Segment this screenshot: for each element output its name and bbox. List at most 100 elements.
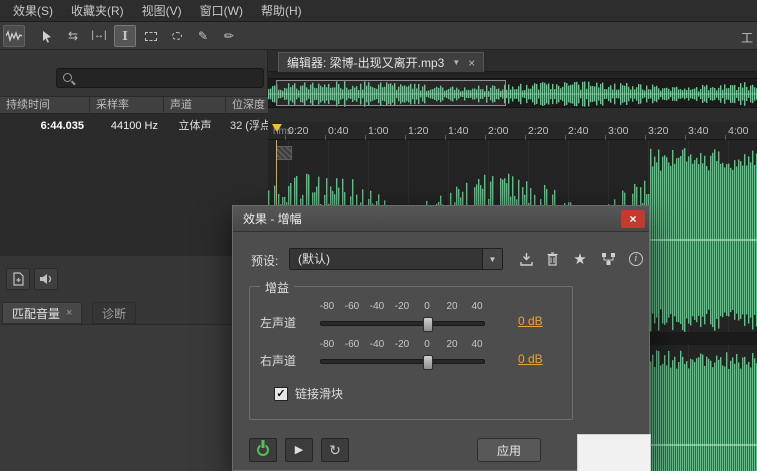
chevron-down-icon[interactable]: ▼	[452, 58, 460, 67]
close-icon: ×	[629, 212, 637, 226]
hierarchy-icon	[601, 253, 615, 265]
amplify-dialog: 效果 - 增幅 × 预设: (默认) ▼ ★ i 增益 -80 -60 -40 …	[232, 205, 651, 471]
scale-tick: -40	[369, 339, 385, 350]
chevron-down-icon: ▼	[482, 249, 502, 269]
left-channel-slider-thumb[interactable]	[423, 317, 433, 332]
editor-tab-close-icon[interactable]: ×	[468, 56, 475, 70]
file-bit-depth: 32 (浮点)	[230, 120, 268, 132]
apply-button[interactable]: 应用	[477, 438, 541, 462]
tab-match-volume[interactable]: 匹配音量 ×	[2, 302, 83, 324]
file-row[interactable]: 6:44.035 44100 Hz 立体声 32 (浮点)	[0, 116, 268, 136]
time-selection-tool-button[interactable]: |↔|	[88, 25, 110, 47]
file-sample-rate: 44100 Hz	[110, 120, 158, 132]
workspace-label: 工	[741, 31, 754, 45]
scale-tick: -80	[319, 301, 335, 312]
play-icon: ▶	[294, 443, 304, 456]
scale-tick: 0	[424, 301, 430, 312]
pencil-tool-button[interactable]: ✏	[218, 25, 240, 47]
move-tool-button[interactable]	[36, 25, 58, 47]
obscured-overlay	[577, 434, 651, 471]
delete-preset-button[interactable]	[541, 248, 563, 270]
timeline-tick: 0:40	[324, 125, 349, 141]
waveform-icon	[6, 30, 22, 42]
marquee-tool-button[interactable]	[140, 25, 162, 47]
checkmark-icon: ✓	[276, 388, 286, 400]
audition-window: 效果(S) 收藏夹(R) 视图(V) 窗口(W) 帮助(H) ⇆ |↔| I ✎…	[0, 0, 757, 471]
timeline-tick: 0:20	[284, 125, 309, 141]
time-selection-icon: |↔|	[91, 30, 107, 41]
link-sliders-checkbox[interactable]: ✓ 链接滑块	[274, 385, 343, 402]
menu-help[interactable]: 帮助(H)	[252, 0, 311, 22]
waveform-overview[interactable]	[268, 78, 757, 108]
favorites-editor-button[interactable]	[597, 248, 619, 270]
tab-match-volume-label: 匹配音量	[12, 306, 61, 321]
dialog-title-bar[interactable]: 效果 - 增幅 ×	[233, 206, 649, 232]
tab-close-icon[interactable]: ×	[66, 307, 72, 319]
save-icon	[519, 253, 533, 266]
import-file-button[interactable]	[6, 268, 30, 290]
ibeam-tool-button[interactable]: I	[114, 25, 136, 47]
left-channel-value[interactable]: 0 dB	[518, 314, 543, 328]
slip-tool-button[interactable]: ⇆	[62, 25, 84, 47]
lasso-tool-button[interactable]	[166, 25, 188, 47]
editor-tab-bar: 编辑器: 梁博-出现又离开.mp3 ▼ ×	[268, 50, 757, 72]
column-sample-rate[interactable]: 采样率	[90, 97, 164, 115]
link-sliders-label: 链接滑块	[295, 387, 344, 401]
right-channel-slider[interactable]	[320, 355, 485, 370]
search-box[interactable]	[56, 68, 264, 88]
menu-view[interactable]: 视图(V)	[133, 0, 191, 22]
view-range-indicator[interactable]	[276, 80, 506, 106]
timeline-tick: 2:20	[524, 125, 549, 141]
star-icon: ★	[573, 250, 587, 268]
save-preset-button[interactable]	[515, 248, 537, 270]
brush-icon: ✎	[197, 29, 209, 43]
preset-dropdown[interactable]: (默认) ▼	[289, 248, 503, 270]
gain-group: 增益 -80 -60 -40 -20 0 20 40 左声道 0 dB -80 …	[249, 279, 573, 420]
tab-diagnostics[interactable]: 诊断	[92, 302, 137, 324]
scale-tick: -80	[319, 339, 335, 350]
editor-tab[interactable]: 编辑器: 梁博-出现又离开.mp3 ▼ ×	[278, 52, 485, 72]
left-channel-slider[interactable]	[320, 317, 485, 332]
files-panel: 持续时间 采样率 声道 位深度 6:44.035 44100 Hz 立体声 32…	[0, 50, 268, 471]
timeline-tick: 3:20	[644, 125, 669, 141]
file-duration: 6:44.035	[40, 120, 84, 132]
right-channel-label: 右声道	[260, 354, 297, 368]
preview-speaker-button[interactable]	[34, 268, 58, 290]
power-toggle-button[interactable]	[249, 438, 277, 462]
drag-zoom-icon[interactable]	[276, 146, 292, 160]
timeline-tick: 2:00	[484, 125, 509, 141]
timeline-tick: 2:40	[564, 125, 589, 141]
editor-tab-label: 编辑器: 梁博-出现又离开.mp3	[287, 56, 445, 70]
preview-play-button[interactable]: ▶	[285, 438, 313, 462]
checkbox-icon: ✓	[274, 386, 288, 401]
gain-group-label: 增益	[260, 279, 295, 296]
right-channel-slider-thumb[interactable]	[423, 355, 433, 370]
loop-playback-button[interactable]: ↻	[321, 438, 349, 462]
timeline-tick: 1:40	[444, 125, 469, 141]
brush-tool-button[interactable]: ✎	[192, 25, 214, 47]
lasso-icon	[172, 32, 182, 40]
column-channels[interactable]: 声道	[164, 97, 226, 115]
column-duration[interactable]: 持续时间	[0, 97, 90, 115]
waveform-view-button[interactable]	[3, 25, 25, 47]
scale-tick: 20	[446, 301, 458, 312]
playhead-marker[interactable]	[272, 124, 282, 132]
menu-favorites[interactable]: 收藏夹(R)	[62, 0, 133, 22]
info-button[interactable]: i	[625, 248, 647, 270]
files-table-header: 持续时间 采样率 声道 位深度	[0, 96, 268, 115]
timeline-ruler[interactable]: hms 0:20 0:40 1:00 1:20 1:40 2:00 2:20 2…	[268, 122, 757, 141]
column-bit-depth[interactable]: 位深度	[226, 97, 268, 115]
menu-effects[interactable]: 效果(S)	[4, 0, 62, 22]
dialog-close-button[interactable]: ×	[621, 210, 645, 228]
scale-tick: -20	[394, 301, 410, 312]
preset-label: 预设:	[251, 254, 279, 268]
right-channel-value[interactable]: 0 dB	[518, 352, 543, 366]
scale-tick: -20	[394, 339, 410, 350]
marquee-icon	[145, 31, 157, 41]
search-input[interactable]	[79, 70, 259, 86]
menu-window[interactable]: 窗口(W)	[191, 0, 252, 22]
timeline-tick: 3:00	[604, 125, 629, 141]
favorite-star-button[interactable]: ★	[569, 248, 591, 270]
timeline-tick: 4:00	[724, 125, 749, 141]
import-file-icon	[12, 272, 24, 286]
